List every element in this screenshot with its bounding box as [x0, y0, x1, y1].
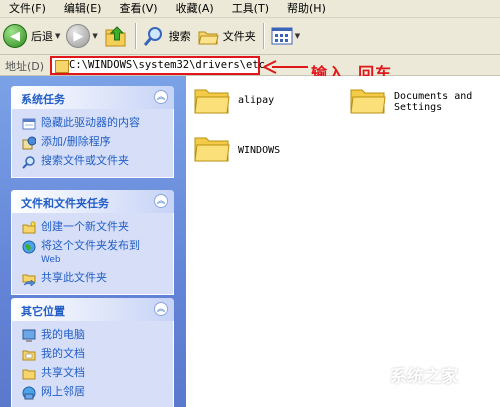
folder-label-line2: Settings	[394, 102, 443, 113]
back-dropdown-icon[interactable]: ▼	[55, 32, 60, 40]
up-folder-icon	[105, 26, 126, 47]
watermark: 系统之家	[360, 362, 458, 387]
globe-icon	[22, 240, 36, 254]
toolbar: ◀ 后退 ▼ ▶ ▼ 搜索 文件夹 ▼	[0, 18, 500, 55]
search-button[interactable]: 搜索	[140, 21, 194, 51]
panel-file-folder-tasks: 文件和文件夹任务 ︽ 创建一个新文件夹 将这个文件夹发布到 Web 共享此文件夹	[11, 190, 174, 295]
address-value[interactable]: C:\WINDOWS\system32\drivers\etc	[69, 58, 265, 73]
task-publish-to-web[interactable]: 将这个文件夹发布到 Web	[12, 237, 173, 269]
folder-label: WINDOWS	[238, 145, 281, 156]
folder-icon	[194, 89, 230, 114]
hide-contents-icon	[22, 118, 36, 130]
folders-button[interactable]: 文件夹	[194, 21, 259, 51]
folder-item-documents-and-settings[interactable]: Documents and Settings	[350, 85, 472, 115]
place-my-documents[interactable]: 我的文档	[12, 345, 173, 364]
panel-title: 其它位置	[21, 305, 65, 318]
folder-item-windows[interactable]: WINDOWS	[194, 133, 280, 163]
task-new-folder[interactable]: 创建一个新文件夹	[12, 218, 173, 237]
panel-file-folder-tasks-header[interactable]: 文件和文件夹任务 ︽	[11, 190, 174, 213]
views-icon	[271, 27, 293, 45]
task-label: 将这个文件夹发布到 Web	[41, 239, 140, 267]
panel-body: 隐藏此驱动器的内容 添加/删除程序 搜索文件或文件夹	[11, 109, 174, 178]
folder-icon	[350, 89, 386, 114]
folder-icon	[194, 137, 230, 162]
panel-title: 文件和文件夹任务	[21, 197, 109, 210]
folder-label: Documents and Settings	[394, 91, 472, 113]
share-folder-icon	[22, 274, 36, 286]
computer-icon	[22, 329, 36, 342]
folder-label: alipay	[238, 95, 275, 106]
new-folder-icon	[22, 221, 36, 234]
forward-dropdown-icon[interactable]: ▼	[92, 32, 97, 40]
folders-label: 文件夹	[222, 30, 256, 43]
views-dropdown-icon[interactable]: ▼	[295, 32, 300, 40]
place-network-places[interactable]: 网上邻居	[12, 383, 173, 402]
task-label: 添加/删除程序	[41, 135, 111, 148]
panel-body: 创建一个新文件夹 将这个文件夹发布到 Web 共享此文件夹	[11, 213, 174, 295]
back-label: 后退	[31, 30, 53, 43]
menu-file[interactable]: 文件(F)	[0, 0, 55, 17]
task-label: 隐藏此驱动器的内容	[41, 116, 140, 129]
search-icon	[143, 27, 162, 46]
menu-help[interactable]: 帮助(H)	[278, 0, 335, 17]
panel-system-tasks: 系统任务 ︽ 隐藏此驱动器的内容 添加/删除程序 搜索文件或文件夹	[11, 86, 174, 178]
network-icon	[22, 386, 36, 400]
task-add-remove-programs[interactable]: 添加/删除程序	[12, 133, 173, 152]
back-arrow-icon: ◀	[3, 24, 27, 48]
address-folder-icon	[55, 60, 69, 73]
folder-label-line1: Documents and	[394, 91, 473, 102]
task-label: 创建一个新文件夹	[41, 220, 129, 233]
annotation-arrow-icon	[263, 60, 308, 74]
folders-icon	[198, 31, 219, 45]
task-pane: 系统任务 ︽ 隐藏此驱动器的内容 添加/删除程序 搜索文件或文件夹 文件和文件夹…	[0, 76, 186, 407]
forward-arrow-icon: ▶	[66, 24, 91, 48]
views-button[interactable]: ▼	[268, 21, 303, 51]
shared-folder-icon	[22, 369, 36, 380]
menu-edit[interactable]: 编辑(E)	[55, 0, 111, 17]
toolbar-separator	[134, 23, 136, 49]
up-folder-button[interactable]	[101, 21, 131, 51]
address-input[interactable]: C:\WINDOWS\system32\drivers\etc	[50, 56, 265, 75]
menu-view[interactable]: 查看(V)	[110, 0, 166, 17]
task-label: 搜索文件或文件夹	[41, 154, 129, 167]
panel-title: 系统任务	[21, 93, 65, 106]
documents-folder-icon	[22, 350, 36, 361]
collapse-chevron-icon[interactable]: ︽	[154, 194, 168, 208]
forward-button[interactable]: ▶ ▼	[63, 21, 100, 51]
house-logo-icon	[360, 364, 386, 385]
place-my-computer[interactable]: 我的电脑	[12, 326, 173, 345]
watermark-text: 系统之家	[390, 367, 458, 387]
panel-body: 我的电脑 我的文档 共享文档 网上邻居	[11, 321, 174, 407]
search-icon	[22, 156, 35, 169]
task-label: 网上邻居	[41, 385, 85, 398]
panel-other-places-header[interactable]: 其它位置 ︽	[11, 298, 174, 321]
toolbar-separator	[262, 23, 264, 49]
task-search-files[interactable]: 搜索文件或文件夹	[12, 152, 173, 171]
task-share-folder[interactable]: 共享此文件夹	[12, 269, 173, 288]
back-button[interactable]: ◀ 后退 ▼	[0, 21, 63, 51]
task-label: 我的文档	[41, 347, 85, 360]
search-label: 搜索	[168, 30, 191, 43]
menu-tools[interactable]: 工具(T)	[223, 0, 278, 17]
task-label: 共享文档	[41, 366, 85, 379]
place-shared-documents[interactable]: 共享文档	[12, 364, 173, 383]
folder-item-alipay[interactable]: alipay	[194, 85, 274, 115]
collapse-chevron-icon[interactable]: ︽	[154, 90, 168, 104]
task-label: 共享此文件夹	[41, 271, 107, 284]
panel-system-tasks-header[interactable]: 系统任务 ︽	[11, 86, 174, 109]
add-remove-programs-icon	[22, 136, 36, 150]
menu-bar: 文件(F) 编辑(E) 查看(V) 收藏(A) 工具(T) 帮助(H)	[0, 0, 500, 18]
panel-other-places: 其它位置 ︽ 我的电脑 我的文档 共享文档 网上邻居	[11, 298, 174, 407]
task-label: 我的电脑	[41, 328, 85, 341]
folder-contents: alipay Documents and Settings WINDOWS	[186, 76, 500, 407]
menu-favorites[interactable]: 收藏(A)	[167, 0, 223, 17]
task-label-line2: Web	[41, 255, 61, 265]
task-hide-drive-contents[interactable]: 隐藏此驱动器的内容	[12, 114, 173, 133]
address-label: 地址(D)	[5, 60, 45, 73]
collapse-chevron-icon[interactable]: ︽	[154, 302, 168, 316]
task-label-line1: 将这个文件夹发布到	[41, 239, 140, 252]
